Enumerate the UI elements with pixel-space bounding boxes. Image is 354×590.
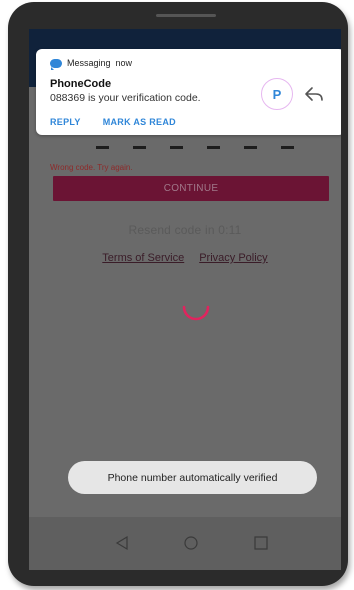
legal-links: Terms of Service Privacy Policy	[29, 252, 341, 264]
toast-message: Phone number automatically verified	[68, 461, 317, 494]
code-digit-3[interactable]	[170, 146, 183, 149]
recents-icon[interactable]	[251, 533, 271, 553]
notification-title: PhoneCode	[50, 78, 112, 90]
code-digit-6[interactable]	[281, 146, 294, 149]
notification-card[interactable]: Messaging now PhoneCode 088369 is your v…	[36, 49, 341, 135]
reply-button[interactable]: REPLY	[50, 117, 81, 127]
continue-button[interactable]: CONTINUE	[53, 176, 329, 201]
code-digit-1[interactable]	[96, 146, 109, 149]
back-icon[interactable]	[112, 533, 132, 553]
notification-header: Messaging now	[50, 58, 133, 70]
code-digit-2[interactable]	[133, 146, 146, 149]
code-input-dashes[interactable]	[96, 146, 296, 150]
code-digit-4[interactable]	[207, 146, 220, 149]
resend-code-text: Resend code in 0:11	[128, 223, 242, 237]
mark-as-read-button[interactable]: MARK AS READ	[103, 117, 176, 127]
loading-spinner-icon	[182, 305, 210, 321]
avatar: P	[261, 78, 293, 110]
notification-body: 088369 is your verification code.	[50, 92, 201, 104]
terms-of-service-link[interactable]: Terms of Service	[102, 252, 184, 264]
code-digit-5[interactable]	[244, 146, 257, 149]
message-bubble-icon	[50, 58, 62, 70]
navigation-bar	[29, 517, 341, 570]
privacy-policy-link[interactable]: Privacy Policy	[199, 252, 267, 264]
notification-app-name: Messaging	[67, 58, 111, 68]
reply-arrow-icon[interactable]	[303, 85, 325, 103]
notification-actions: REPLY MARK AS READ	[50, 117, 176, 127]
speaker-grille	[156, 14, 216, 17]
screen: Wrong code. Try again. CONTINUE Resend c…	[29, 29, 341, 570]
phone-frame: Wrong code. Try again. CONTINUE Resend c…	[8, 2, 348, 586]
notification-time: now	[115, 58, 133, 68]
error-message: Wrong code. Try again.	[50, 163, 133, 172]
home-icon[interactable]	[181, 533, 201, 553]
